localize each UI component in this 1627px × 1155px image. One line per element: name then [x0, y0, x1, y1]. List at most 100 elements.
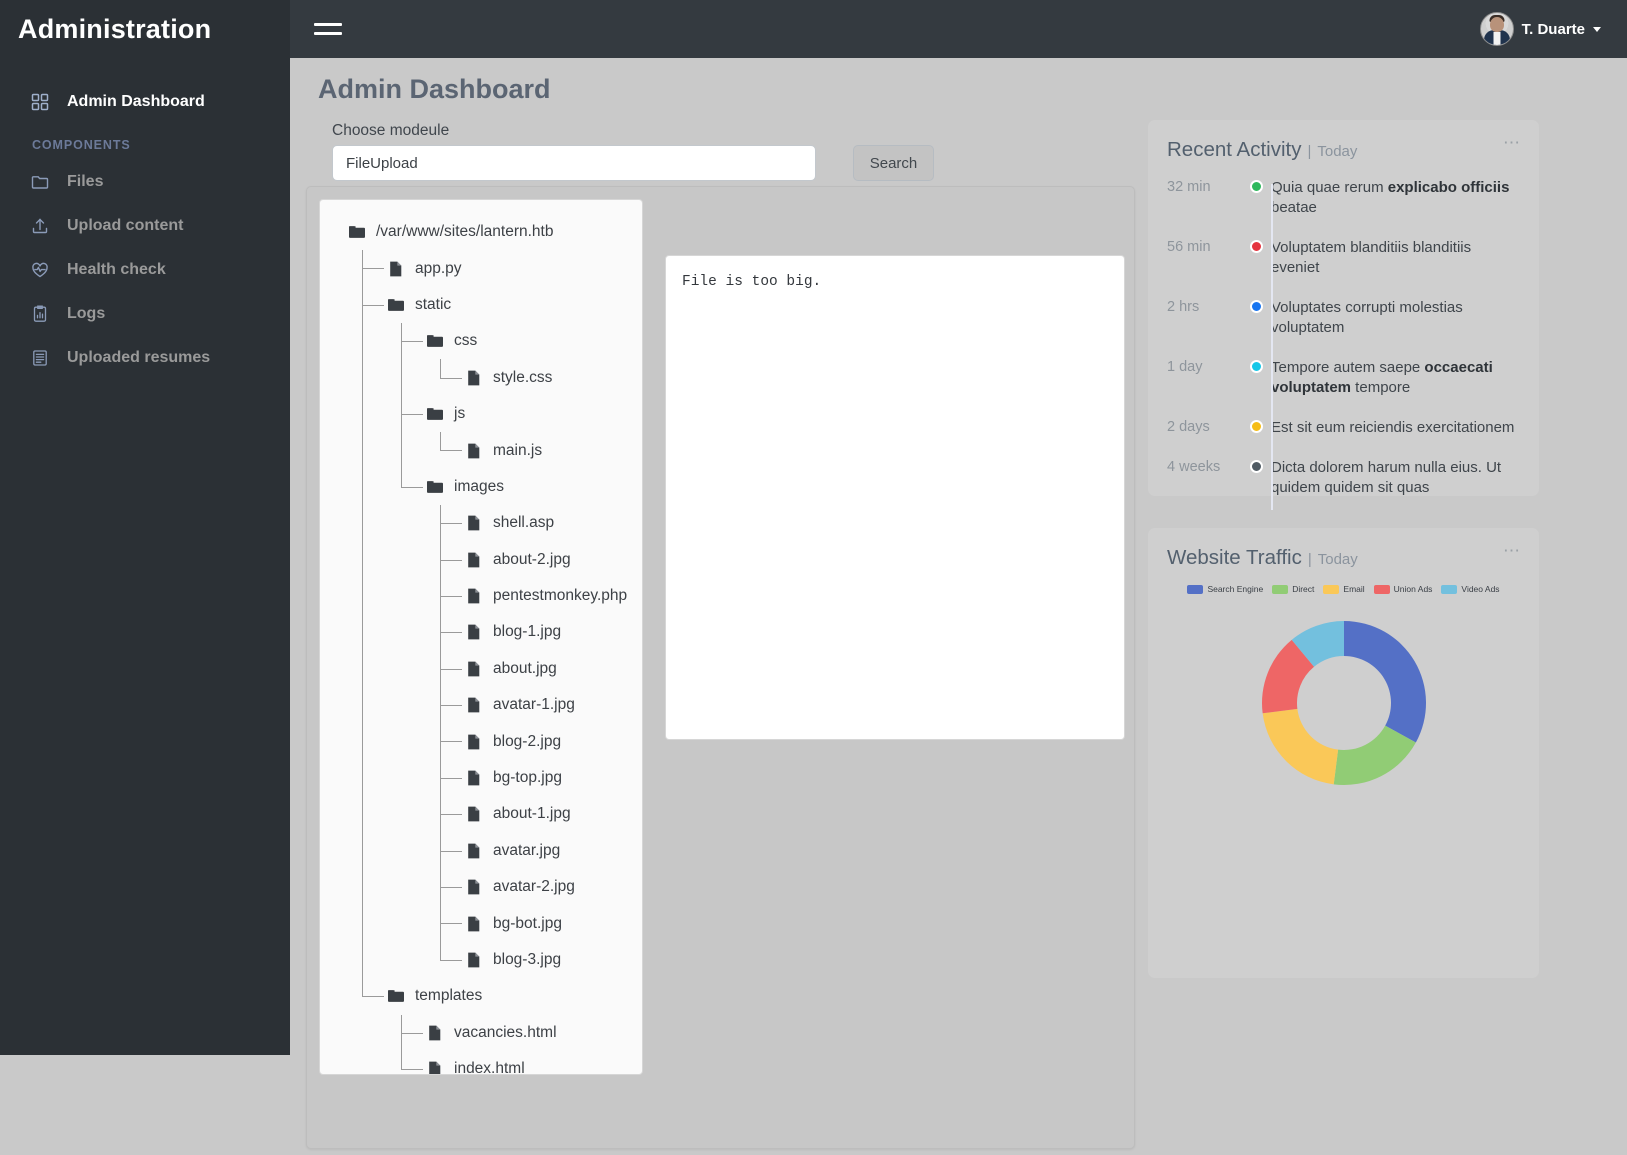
- activity-item[interactable]: 2 hrs Voluptates corrupti molestias volup…: [1167, 298, 1520, 358]
- donut-svg: [1261, 621, 1426, 785]
- search-button[interactable]: Search: [853, 145, 934, 181]
- tree-connector: [401, 486, 423, 488]
- tree-connector: [362, 304, 384, 306]
- tree-connector: [362, 250, 363, 997]
- donut-slice[interactable]: [1343, 621, 1426, 743]
- tree-connector: [440, 632, 462, 634]
- status-dot: [1249, 180, 1263, 193]
- tree-connector: [401, 323, 402, 487]
- tree-file-row[interactable]: vacancies.html: [320, 1015, 642, 1051]
- legend-item[interactable]: Search Engine: [1187, 584, 1263, 594]
- file-icon: [465, 842, 483, 860]
- ellipsis-icon[interactable]: ⋯: [1503, 134, 1521, 151]
- tree-folder-row[interactable]: templates: [320, 978, 642, 1014]
- tree-connector: [440, 523, 462, 525]
- activity-dot-wrap: [1241, 238, 1271, 253]
- sidebar-item-uploaded-resumes[interactable]: Uploaded resumes: [0, 336, 290, 380]
- sidebar: Admin Dashboard COMPONENTS Files Upload …: [0, 58, 290, 1055]
- tree-file-row[interactable]: about.jpg: [320, 651, 642, 687]
- tree-item-label: blog-3.jpg: [493, 951, 562, 968]
- tree-connector: [362, 996, 384, 998]
- sidebar-item-health-check[interactable]: Health check: [0, 248, 290, 292]
- file-icon: [465, 915, 483, 933]
- hamburger-bar: [314, 32, 342, 35]
- avatar-face: [1489, 17, 1504, 32]
- legend-swatch: [1373, 584, 1390, 594]
- file-icon: [387, 260, 405, 278]
- legend-item[interactable]: Video Ads: [1441, 584, 1500, 594]
- user-menu[interactable]: T. Duarte: [1479, 12, 1601, 46]
- tree-folder-row[interactable]: static: [320, 287, 642, 323]
- tree-file-row[interactable]: style.css: [320, 360, 642, 396]
- legend-item[interactable]: Direct: [1272, 584, 1314, 594]
- tree-item-label: about-2.jpg: [493, 550, 571, 568]
- tree-file-row[interactable]: pentestmonkey.php: [320, 578, 642, 614]
- folder-icon: [387, 296, 405, 314]
- tree-connector: [440, 377, 462, 379]
- tree-folder-row[interactable]: js: [320, 396, 642, 432]
- tree-file-row[interactable]: blog-3.jpg: [320, 942, 642, 978]
- tree-item-label: avatar.jpg: [493, 841, 561, 859]
- activity-item[interactable]: 4 weeks Dicta dolorem harum nulla eius. U…: [1167, 458, 1520, 518]
- tree-file-row[interactable]: about-1.jpg: [320, 796, 642, 832]
- tree-connector: [440, 505, 441, 960]
- tree-file-row[interactable]: blog-1.jpg: [320, 614, 642, 650]
- tree-file-row[interactable]: blog-2.jpg: [320, 723, 642, 759]
- card-header: Recent Activity | Today: [1167, 138, 1520, 162]
- chevron-down-icon[interactable]: [1593, 26, 1601, 32]
- tree-file-row[interactable]: shell.asp: [320, 505, 642, 541]
- file-icon: [465, 660, 483, 678]
- activity-item[interactable]: 56 min Voluptatem blanditiis blanditiis e…: [1167, 238, 1520, 298]
- activity-dot-wrap: [1241, 178, 1271, 193]
- tree-item-label: js: [454, 405, 466, 423]
- activity-text: Voluptatem blanditiis blanditiis eveniet: [1271, 239, 1472, 276]
- content-card: /var/www/sites/lantern.htb app.py static cs…: [306, 186, 1135, 1149]
- tree-item-label: about-1.jpg: [493, 805, 571, 823]
- sidebar-item-label: Files: [67, 173, 104, 190]
- activity-timeline-line: [1271, 184, 1273, 510]
- main-content: Admin Dashboard Choose modeule Search /v…: [290, 58, 1627, 1155]
- search-input[interactable]: [332, 145, 816, 181]
- legend-swatch: [1441, 584, 1458, 594]
- sidebar-item-files[interactable]: Files: [0, 160, 290, 204]
- sidebar-item-label: Logs: [67, 305, 106, 322]
- tree-folder-row[interactable]: /var/www/sites/lantern.htb: [320, 214, 642, 250]
- activity-item[interactable]: 2 days Est sit eum reiciendis exercitatio…: [1167, 418, 1520, 458]
- tree-connector: [440, 959, 462, 961]
- avatar: [1479, 12, 1514, 46]
- activity-dot-wrap: [1241, 458, 1271, 473]
- tree-file-row[interactable]: index.html: [320, 1051, 642, 1074]
- file-icon: [465, 769, 483, 787]
- file-tree-panel[interactable]: /var/www/sites/lantern.htb app.py static cs…: [319, 199, 643, 1075]
- legend-item[interactable]: Email: [1323, 584, 1365, 594]
- tree-item-label: bg-top.jpg: [493, 769, 562, 787]
- sidebar-item-upload-content[interactable]: Upload content: [0, 204, 290, 248]
- tree-folder-row[interactable]: images: [320, 469, 642, 505]
- folder-icon: [426, 332, 444, 350]
- tree-file-row[interactable]: bg-top.jpg: [320, 760, 642, 796]
- tree-connector: [440, 741, 462, 743]
- sidebar-item-logs[interactable]: Logs: [0, 292, 290, 336]
- legend-item[interactable]: Union Ads: [1373, 584, 1432, 594]
- tree-file-row[interactable]: avatar-2.jpg: [320, 869, 642, 905]
- hamburger-icon[interactable]: [314, 17, 342, 41]
- activity-time: 2 hrs: [1167, 299, 1200, 315]
- sidebar-item-admin-dashboard[interactable]: Admin Dashboard: [0, 80, 290, 124]
- legend-label: Video Ads: [1461, 584, 1500, 594]
- ellipsis-icon[interactable]: ⋯: [1503, 542, 1521, 559]
- tree-file-row[interactable]: main.js: [320, 432, 642, 468]
- tree-file-row[interactable]: avatar.jpg: [320, 833, 642, 869]
- chart-legend: Search Engine Direct Email Union Ads Video A…: [1167, 584, 1520, 594]
- tree-item-label: vacancies.html: [454, 1023, 557, 1041]
- activity-item[interactable]: 32 min Quia quae rerum explicabo officiis…: [1167, 178, 1520, 238]
- tree-file-row[interactable]: about-2.jpg: [320, 542, 642, 578]
- tree-folder-row[interactable]: css: [320, 323, 642, 359]
- brand-title: Administration: [18, 13, 212, 44]
- donut-slice[interactable]: [1262, 708, 1338, 785]
- tree-file-row[interactable]: avatar-1.jpg: [320, 687, 642, 723]
- tree-file-row[interactable]: app.py: [320, 250, 642, 286]
- file-icon: [465, 551, 483, 569]
- activity-item[interactable]: 1 day Tempore autem saepe occaecati volup…: [1167, 358, 1520, 418]
- tree-file-row[interactable]: bg-bot.jpg: [320, 905, 642, 941]
- activity-list: 32 min Quia quae rerum explicabo officiis…: [1167, 178, 1520, 518]
